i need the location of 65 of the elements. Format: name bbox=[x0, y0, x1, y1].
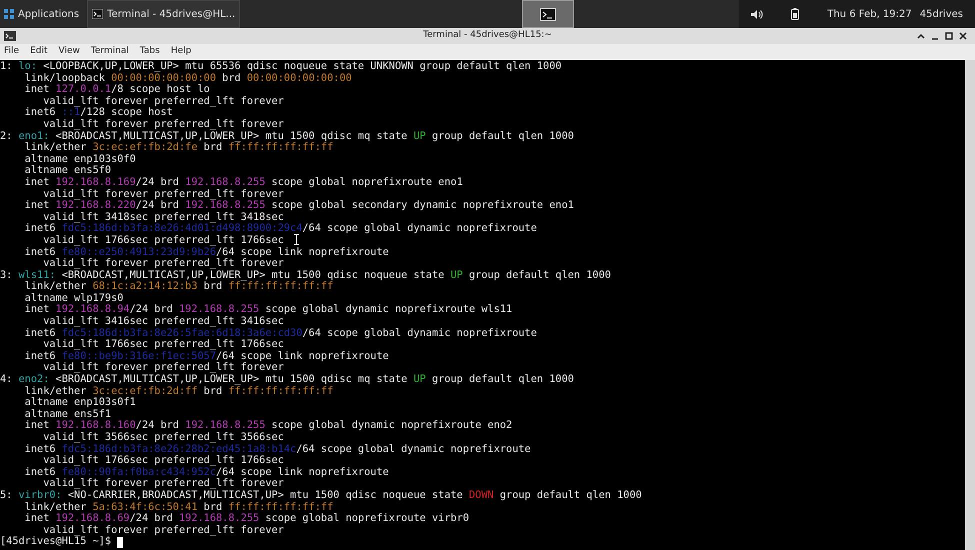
terminal-icon bbox=[92, 9, 104, 19]
terminal-line: link/ether 3c:ec:ef:fb:2d:ff brd ff:ff:ff:ff:ff:ff bbox=[24, 386, 334, 397]
terminal-line: inet6 fdc5:186d:b3fa:8e26:28b2:ed45:1a8:b14c/64 scope global dynamic noprefixroute bbox=[24, 444, 531, 455]
menu-item[interactable]: Help bbox=[170, 45, 192, 59]
terminal-line: valid_lft forever preferred_lft forever bbox=[42, 478, 284, 490]
terminal-line: altname enp103s0f0 bbox=[24, 154, 136, 165]
terminal-line: valid_lft 1766sec preferred_lft 1766sec bbox=[42, 234, 284, 246]
terminal-line: inet6 fdc5:186d:b3fa:8e26:4d01:d498:8900:29c4/64 scope global dynamic noprefixroute bbox=[24, 223, 537, 235]
terminal-line: inet 192.168.8.94/24 brd 192.168.8.255 scope global dynamic noprefixroute wls11 bbox=[24, 304, 512, 316]
scrollbar[interactable] bbox=[965, 60, 975, 550]
terminal-line: inet6 fe80::e250:4913:23d9:9b26/64 scope link noprefixroute bbox=[24, 246, 389, 258]
maximize-up-icon[interactable] bbox=[917, 32, 925, 40]
close-icon[interactable] bbox=[959, 32, 967, 40]
battery-icon[interactable] bbox=[791, 8, 800, 20]
terminal-line: altname ens5f0 bbox=[24, 165, 112, 177]
terminal-line: link/ether 5a:63:4f:6c:50:41 brd ff:ff:ff:ff:ff:ff bbox=[24, 502, 334, 513]
terminal-line: valid_lft forever preferred_lft forever bbox=[42, 96, 284, 107]
terminal-line: 5: virbr0: <NO-CARRIER,BROADCAST,MULTICAST,UP> mtu 1500 qdisc noqueue state DOWN group default qlen 1000 bbox=[0, 490, 642, 502]
app-grid-icon bbox=[4, 9, 14, 19]
terminal-line: inet 127.0.0.1/8 scope host lo bbox=[24, 84, 210, 96]
terminal-icon bbox=[540, 8, 556, 20]
terminal-line: inet 192.168.8.160/24 brd 192.168.8.255 scope global dynamic noprefixroute eno2 bbox=[24, 420, 512, 432]
user-name[interactable]: 45drives bbox=[920, 6, 963, 22]
applications-menu[interactable]: Applications bbox=[0, 0, 84, 28]
menu-item[interactable]: Edit bbox=[30, 45, 48, 59]
menu-item[interactable]: Tabs bbox=[140, 45, 160, 59]
mouse-ibeam-icon bbox=[293, 234, 300, 245]
terminal-line: valid_lft 3418sec preferred_lft 3418sec bbox=[42, 212, 284, 223]
terminal-line: valid_lft forever preferred_lft forever bbox=[43, 188, 284, 200]
terminal-line: inet6 fe80::be9b:316e:f1ec:5057/64 scope link noprefixroute bbox=[24, 350, 389, 362]
terminal-line: link/loopback 00:00:00:00:00:00 brd 00:00:00:00:00:00 bbox=[24, 72, 352, 84]
volume-icon[interactable] bbox=[751, 8, 764, 20]
clock[interactable]: Thu 6 Feb, 19:27 bbox=[827, 6, 912, 22]
menu-item[interactable]: View bbox=[58, 45, 80, 59]
terminal-line: inet6 fdc5:186d:b3fa:8e26:5fae:6d18:3a6e:cd30/64 scope global dynamic noprefixroute bbox=[24, 328, 537, 339]
terminal-line: 2: eno1: <BROADCAST,MULTICAST,UP,LOWER_UP> mtu 1500 qdisc mq state UP group default qlen 1000 bbox=[0, 130, 574, 142]
terminal-line: link/ether 68:1c:a2:14:12:b3 brd ff:ff:ff:ff:ff:ff bbox=[24, 281, 334, 293]
terminal-line: altname wlp179s0 bbox=[24, 292, 124, 304]
terminal-line: inet 192.168.8.69/24 brd 192.168.8.255 scope global noprefixroute virbr0 bbox=[24, 513, 470, 525]
terminal-icon bbox=[4, 31, 16, 41]
terminal-line: valid_lft forever preferred_lft forever bbox=[42, 258, 284, 270]
terminal-line: 3: wls11: <BROADCAST,MULTICAST,UP,LOWER_UP> mtu 1500 qdisc noqueue state UP group default qlen 1000 bbox=[0, 270, 611, 281]
window-title: Terminal - 45drives@HL15:~ bbox=[423, 29, 552, 42]
terminal-line: inet 192.168.8.169/24 brd 192.168.8.255 scope global noprefixroute eno1 bbox=[24, 176, 463, 189]
terminal-line: inet 192.168.8.220/24 brd 192.168.8.255 scope global secondary dynamic noprefixroute eno1 bbox=[24, 200, 574, 212]
terminal-line: valid_lft 3416sec preferred_lft 3416sec bbox=[42, 316, 284, 328]
menu-item[interactable]: File bbox=[4, 45, 20, 59]
terminal-line: 1: lo: <LOOPBACK,UP,LOWER_UP> mtu 65536 qdisc noqueue state UNKNOWN group default qlen 1000 bbox=[0, 61, 562, 73]
terminal-line: valid_lft 3566sec preferred_lft 3566sec bbox=[42, 432, 284, 444]
shell-prompt: [45drives@HL15 ~]$ bbox=[0, 536, 112, 548]
terminal-line: valid_lft forever preferred_lft forever bbox=[42, 118, 284, 131]
terminal-line: inet6 fe80::90fa:f0ba:c434:952c/64 scope link noprefixroute bbox=[24, 466, 389, 478]
terminal-line: inet6 ::1/128 scope host bbox=[24, 107, 173, 119]
menu-item[interactable]: Terminal bbox=[90, 45, 129, 59]
terminal-line: valid_lft forever preferred_lft forever bbox=[42, 524, 284, 536]
terminal-line: link/ether 3c:ec:ef:fb:2d:fe brd ff:ff:ff:ff:ff:ff bbox=[24, 142, 334, 154]
terminal-line: valid_lft forever preferred_lft forever bbox=[42, 362, 284, 374]
terminal-line: altname enp103s0f1 bbox=[24, 397, 136, 409]
terminal-line: valid_lft 1766sec preferred_lft 1766sec bbox=[42, 339, 284, 351]
workspace-button[interactable] bbox=[522, 0, 574, 28]
terminal-line: valid_lft 1766sec preferred_lft 1766sec bbox=[42, 455, 284, 467]
taskbar-button[interactable]: Terminal - 45drives@HL... bbox=[87, 0, 240, 28]
restore-icon[interactable] bbox=[945, 32, 953, 40]
terminal-line: altname ens5f1 bbox=[24, 408, 112, 420]
terminal-line: 4: eno2: <BROADCAST,MULTICAST,UP,LOWER_UP> mtu 1500 qdisc mq state UP group default qlen 1000 bbox=[0, 374, 574, 386]
